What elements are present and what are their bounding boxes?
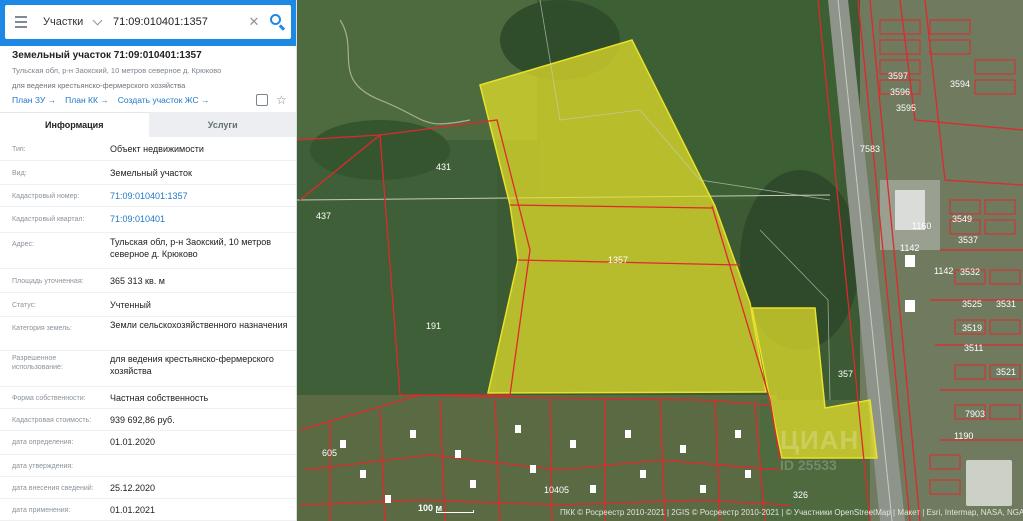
tab-services[interactable]: Услуги <box>148 112 296 137</box>
map-label: 1142 <box>900 243 920 253</box>
map-label: 7903 <box>965 409 986 419</box>
cadastral-quarter-link[interactable]: 71:09:010401 <box>110 213 290 225</box>
info-label: Адрес: <box>12 241 34 248</box>
info-panel: Участки ✕ Земельный участок 71:09:010401… <box>0 0 297 521</box>
close-icon[interactable]: ✕ <box>245 14 263 30</box>
chevron-down-icon <box>92 15 103 25</box>
parcel-purpose: для ведения крестьянско-фермерского хозя… <box>12 81 186 90</box>
layer-select[interactable]: Участки <box>33 15 105 28</box>
map-label: 3531 <box>996 299 1017 309</box>
info-label: Статус: <box>12 302 37 309</box>
map-label: 1160 <box>912 221 932 231</box>
info-row: Форма собственности: Частная собственнос… <box>0 387 296 409</box>
info-row: дата применения: 01.01.2021 <box>0 499 296 521</box>
info-label: Тип: <box>12 146 26 153</box>
map-label: 3596 <box>890 87 911 97</box>
map-label: 10405 <box>544 485 570 495</box>
info-value: Частная собственность <box>110 393 209 403</box>
info-label: Форма собственности: <box>12 395 86 402</box>
info-row: Тип: Объект недвижимости <box>0 137 296 161</box>
map-label: 326 <box>793 490 809 500</box>
copy-icon[interactable] <box>256 94 268 106</box>
info-label: Разрешенное использование: <box>12 355 63 371</box>
map-label: 191 <box>426 321 442 331</box>
tab-info[interactable]: Информация <box>0 112 149 137</box>
map-label-parcel: 1357 <box>608 255 629 265</box>
map-label: 3597 <box>888 71 909 81</box>
info-row: Категория земель: Земли сельскохозяйстве… <box>0 317 296 351</box>
create-zhs-link[interactable]: Создать участок ЖС → <box>118 95 210 105</box>
parcel-links: План ЗУ → План КК → Создать участок ЖС → <box>12 95 209 105</box>
plan-kk-link[interactable]: План КК → <box>65 95 109 105</box>
parcel-address: Тульская обл, р-н Заокский, 10 метров се… <box>12 66 222 75</box>
map-label: 3549 <box>952 214 973 224</box>
info-row: Кадастровый квартал: 71:09:010401 <box>0 207 296 233</box>
map-label: 605 <box>322 448 338 458</box>
parcel-title: Земельный участок 71:09:010401:1357 <box>12 50 202 61</box>
info-label: Площадь уточненная: <box>12 278 84 285</box>
layer-select-value: Участки <box>43 16 84 28</box>
menu-icon[interactable] <box>9 5 33 39</box>
map-label: 3537 <box>958 235 979 245</box>
info-label: дата утверждения: <box>12 463 74 470</box>
map-label: 357 <box>838 369 854 379</box>
info-row: дата утверждения: <box>0 455 296 477</box>
map-label: 1142 <box>934 266 954 276</box>
info-label: дата определения: <box>12 439 74 446</box>
map-label: 7583 <box>860 144 881 154</box>
info-value: 939 692,86 руб. <box>110 415 175 425</box>
info-value: Тульская обл, р-н Заокский, 10 метров се… <box>110 237 272 259</box>
watermark-id: ID 25533 <box>780 457 837 473</box>
info-value: Земельный участок <box>110 168 192 178</box>
info-value: 01.01.2021 <box>110 505 156 515</box>
search-bar: Участки ✕ <box>0 0 296 46</box>
search-icon[interactable] <box>267 11 289 33</box>
info-row: Вид: Земельный участок <box>0 161 296 185</box>
map-label: 3595 <box>896 103 917 113</box>
star-icon[interactable]: ☆ <box>276 94 287 106</box>
info-row: Статус: Учтенный <box>0 293 296 317</box>
info-row: Площадь уточненная: 365 313 кв. м <box>0 269 296 293</box>
map-label: 3525 <box>962 299 983 309</box>
info-value: Объект недвижимости <box>110 144 204 154</box>
qr-code-icon <box>966 460 1012 506</box>
info-value: Земли сельскохозяйственного назначения <box>110 320 288 330</box>
panel-actions: ☆ <box>256 94 287 106</box>
info-row: Разрешенное использование: для ведения к… <box>0 351 296 387</box>
plan-zu-link[interactable]: План ЗУ → <box>12 95 56 105</box>
watermark: ЦИАН <box>780 425 860 455</box>
info-label: дата внесения сведений: <box>12 485 94 492</box>
map-label: 3532 <box>960 267 981 277</box>
map-label: 3594 <box>950 79 971 89</box>
info-row: дата определения: 01.01.2020 <box>0 431 296 455</box>
info-label: Кадастровый номер: <box>12 193 80 200</box>
info-label: Кадастровый квартал: <box>12 216 85 223</box>
info-value: 25.12.2020 <box>110 483 156 493</box>
info-row: Кадастровая стоимость: 939 692,86 руб. <box>0 409 296 431</box>
info-value: Учтенный <box>110 300 151 310</box>
info-value: 01.01.2020 <box>110 437 156 447</box>
search-input[interactable] <box>105 16 245 28</box>
map-label: 3511 <box>964 343 984 353</box>
cadastral-number-link[interactable]: 71:09:010401:1357 <box>110 190 290 202</box>
info-label: Категория земель: <box>12 325 72 332</box>
map-label: 3521 <box>996 367 1017 377</box>
info-row: дата внесения сведений: 25.12.2020 <box>0 477 296 499</box>
map-label: 1190 <box>954 431 974 441</box>
search-box: Участки ✕ <box>5 5 291 39</box>
info-value: 365 313 кв. м <box>110 276 165 286</box>
info-row: Кадастровый номер: 71:09:010401:1357 <box>0 185 296 207</box>
info-label: Вид: <box>12 170 27 177</box>
map-label: 437 <box>316 211 332 221</box>
map-attribution: ПКК © Росреестр 2010-2021 | 2GIS © Росре… <box>560 508 1023 517</box>
info-row: Адрес: Тульская обл, р-н Заокский, 10 ме… <box>0 233 296 269</box>
map-label: 431 <box>436 162 452 172</box>
map-scale-bar <box>436 510 474 513</box>
info-label: Кадастровая стоимость: <box>12 417 92 424</box>
info-label: дата применения: <box>12 507 71 514</box>
tabs: Информация Услуги <box>0 112 296 137</box>
map-label: 3519 <box>962 323 983 333</box>
info-value: для ведения крестьянско-фермерского хозя… <box>110 354 274 376</box>
